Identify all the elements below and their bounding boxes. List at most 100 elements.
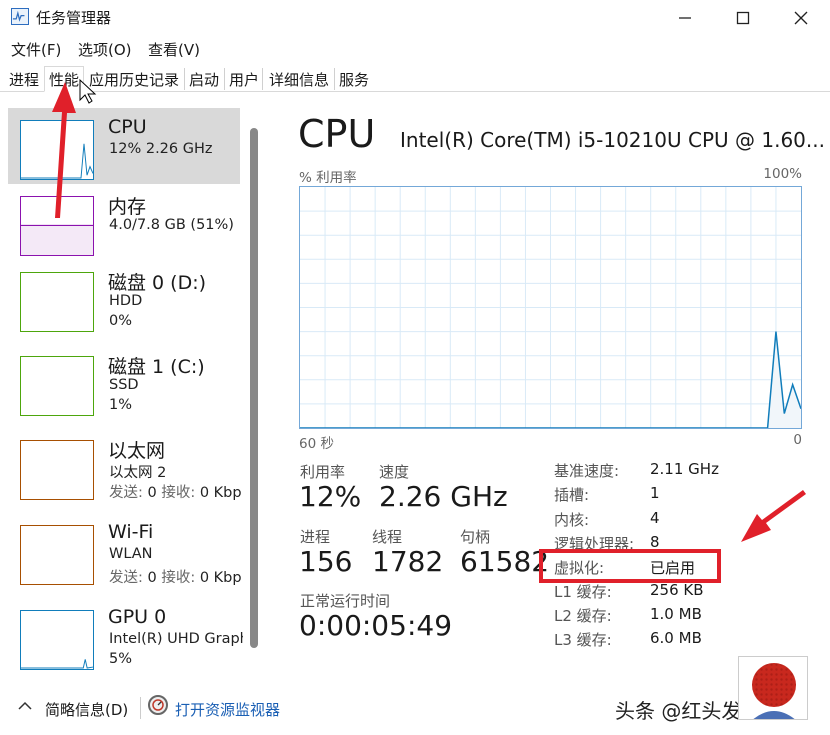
- sidebar-item-title: GPU 0: [108, 606, 167, 628]
- send-label: 发送:: [109, 485, 148, 501]
- minimize-button[interactable]: [656, 0, 714, 36]
- graph-time-span: 60 秒: [299, 436, 334, 452]
- disk-1-thumbnail-graph: [20, 356, 94, 416]
- maximize-button[interactable]: [714, 0, 772, 36]
- sidebar-item-cpu[interactable]: CPU 12% 2.26 GHz: [8, 108, 240, 184]
- disk-0-thumbnail-graph: [20, 272, 94, 332]
- sidebar-item-throughput: 发送: 0 接收: 0 Kbp: [109, 481, 242, 502]
- cores-value: 4: [650, 509, 660, 527]
- sidebar-item-memory[interactable]: 内存 4.0/7.8 GB (51%): [8, 184, 240, 260]
- speed-label: 速度: [379, 463, 410, 481]
- receive-value: 0 Kbp: [199, 485, 242, 501]
- fewer-details-button[interactable]: 简略信息(D): [45, 699, 128, 720]
- tab-separator: [262, 68, 263, 90]
- sidebar-item-title: CPU: [108, 116, 147, 138]
- tab-users[interactable]: 用户: [224, 66, 264, 92]
- speed-value: 2.26 GHz: [379, 480, 508, 513]
- receive-label: 接收:: [156, 485, 200, 501]
- sidebar-item-ethernet[interactable]: 以太网 以太网 2 发送: 0 接收: 0 Kbp: [8, 428, 242, 504]
- utilization-value: 12%: [299, 480, 362, 513]
- tab-performance[interactable]: 性能: [44, 66, 85, 92]
- bottom-bar: 简略信息(D) 打开资源监视器 头条 @红头发蓝胖子: [0, 683, 830, 735]
- sidebar-item-disk-0[interactable]: 磁盘 0 (D:) HDD 0%: [8, 260, 240, 336]
- base-speed-label: 基准速度:: [554, 462, 620, 480]
- sidebar-item-usage: 1%: [109, 397, 133, 413]
- tab-bar: 进程 性能 应用历史记录 启动 用户 详细信息 服务: [0, 62, 830, 92]
- l2-cache-label: L2 缓存:: [554, 607, 612, 625]
- sidebar-item-throughput: 发送: 0 接收: 0 Kbp: [109, 566, 242, 587]
- close-button[interactable]: [772, 0, 830, 36]
- tab-processes[interactable]: 进程: [4, 66, 44, 92]
- menu-bar: 文件(F) 选项(O) 查看(V): [0, 36, 830, 62]
- chevron-up-icon[interactable]: [18, 701, 32, 711]
- l1-cache-label: L1 缓存:: [554, 583, 612, 601]
- sidebar-item-title: 以太网: [108, 440, 166, 462]
- cpu-detail-panel: CPU Intel(R) Core(TM) i5-10210U CPU @ 1.…: [270, 92, 830, 682]
- sidebar-item-title: 内存: [108, 196, 147, 218]
- threads-value: 1782: [372, 545, 444, 578]
- sidebar-item-usage: 0%: [109, 313, 133, 329]
- ethernet-thumbnail-graph: [20, 440, 94, 500]
- sidebar-item-wifi[interactable]: Wi-Fi WLAN 发送: 0 接收: 0 Kbp: [8, 513, 242, 589]
- l3-cache-label: L3 缓存:: [554, 631, 612, 649]
- processes-label: 进程: [300, 528, 331, 546]
- sidebar-item-disk-1[interactable]: 磁盘 1 (C:) SSD 1%: [8, 344, 240, 420]
- utilization-label: 利用率: [300, 463, 346, 481]
- processes-value: 156: [299, 545, 353, 578]
- menu-options[interactable]: 选项(O): [78, 39, 132, 60]
- l1-cache-value: 256 KB: [650, 581, 704, 599]
- sidebar-item-title: Wi-Fi: [108, 521, 154, 543]
- menu-view[interactable]: 查看(V): [148, 39, 200, 60]
- sidebar-item-detail: 以太网 2: [109, 465, 167, 481]
- bottom-separator: [140, 697, 141, 719]
- cores-label: 内核:: [554, 511, 590, 529]
- base-speed-value: 2.11 GHz: [650, 460, 719, 478]
- sidebar-item-detail: HDD: [109, 293, 143, 309]
- tab-startup[interactable]: 启动: [184, 66, 224, 92]
- receive-value: 0 Kbp: [199, 570, 242, 586]
- sidebar-item-detail: SSD: [109, 377, 139, 393]
- sidebar-item-gpu-0[interactable]: GPU 0 Intel(R) UHD Graph 5%: [8, 598, 243, 674]
- memory-thumbnail-graph: [20, 196, 94, 256]
- tab-services[interactable]: 服务: [334, 66, 374, 92]
- menu-file[interactable]: 文件(F): [11, 39, 61, 60]
- uptime-label: 正常运行时间: [300, 592, 391, 610]
- send-label: 发送:: [109, 570, 148, 586]
- cpu-spark-line: [21, 143, 93, 179]
- sidebar-item-detail: 12% 2.26 GHz: [109, 141, 213, 157]
- sockets-value: 1: [650, 484, 660, 502]
- performance-sidebar: CPU 12% 2.26 GHz 内存 4.0/7.8 GB (51%) 磁盘 …: [0, 92, 266, 682]
- cpu-thumbnail-graph: [20, 120, 94, 180]
- wifi-thumbnail-graph: [20, 525, 94, 585]
- sidebar-scrollbar[interactable]: [250, 128, 258, 648]
- handles-label: 句柄: [460, 528, 491, 546]
- maximize-icon: [736, 11, 750, 25]
- handles-value: 61582: [460, 545, 550, 578]
- window-title: 任务管理器: [36, 9, 112, 27]
- tab-details[interactable]: 详细信息: [264, 66, 334, 92]
- sidebar-item-title: 磁盘 1 (C:): [108, 356, 205, 378]
- close-icon: [794, 11, 808, 25]
- memory-fill: [21, 225, 93, 255]
- l2-cache-value: 1.0 MB: [650, 605, 702, 623]
- tab-app-history[interactable]: 应用历史记录: [84, 66, 184, 92]
- threads-label: 线程: [372, 528, 403, 546]
- sidebar-item-detail: 4.0/7.8 GB (51%): [109, 217, 234, 233]
- watermark-avatar: [738, 656, 808, 720]
- resource-monitor-icon: [148, 695, 168, 715]
- uptime-value: 0:00:05:49: [299, 609, 453, 642]
- graph-y-label: % 利用率: [299, 170, 357, 186]
- open-resource-monitor-link[interactable]: 打开资源监视器: [175, 699, 280, 720]
- cpu-utilization-graph: [299, 186, 802, 429]
- gpu-thumbnail-graph: [20, 610, 94, 670]
- graph-y-max: 100%: [763, 166, 802, 182]
- send-value: 0: [147, 485, 157, 501]
- page-title: CPU: [298, 112, 376, 156]
- graph-x-end: 0: [793, 432, 802, 448]
- send-value: 0: [147, 570, 157, 586]
- l3-cache-value: 6.0 MB: [650, 629, 702, 647]
- cpu-model: Intel(R) Core(TM) i5-10210U CPU @ 1.60..…: [400, 128, 825, 152]
- task-manager-app-icon: [11, 8, 29, 25]
- virtualization-highlight-box: [539, 549, 721, 583]
- sidebar-item-detail: Intel(R) UHD Graph: [109, 631, 243, 647]
